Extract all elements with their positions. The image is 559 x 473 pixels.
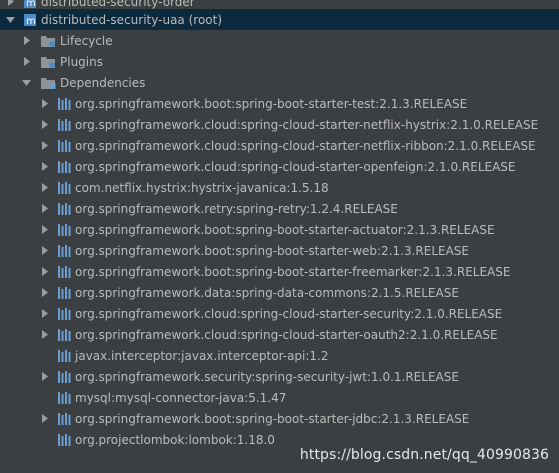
maven-projects-tree: m distributed-security-order m distribut… bbox=[0, 0, 559, 473]
dependency-row[interactable]: com.netflix.hystrix:hystrix-javanica:1.5… bbox=[0, 177, 559, 198]
triangle-right-icon[interactable] bbox=[40, 372, 49, 381]
triangle-right-icon[interactable] bbox=[40, 183, 49, 192]
library-bars-icon bbox=[57, 286, 71, 300]
triangle-right-icon[interactable] bbox=[40, 141, 49, 150]
triangle-down-icon[interactable] bbox=[6, 15, 15, 24]
dependency-row[interactable]: javax.interceptor:javax.interceptor-api:… bbox=[0, 345, 559, 366]
triangle-right-icon[interactable] bbox=[40, 414, 49, 423]
library-bars-icon bbox=[57, 349, 71, 363]
tree-row-dependencies[interactable]: Dependencies bbox=[0, 72, 559, 93]
watermark: https://blog.csdn.net/qq_40990836 bbox=[299, 447, 549, 463]
library-bars-icon bbox=[57, 307, 71, 321]
triangle-right-icon[interactable] bbox=[40, 99, 49, 108]
dependency-label: mysql:mysql-connector-java:5.1.47 bbox=[75, 390, 287, 405]
library-bars-icon bbox=[57, 412, 71, 426]
dependency-label: org.springframework.cloud:spring-cloud-s… bbox=[75, 306, 503, 321]
dependency-row[interactable]: org.springframework.cloud:spring-cloud-s… bbox=[0, 114, 559, 135]
library-bars-icon bbox=[57, 97, 71, 111]
triangle-right-icon[interactable] bbox=[40, 120, 49, 129]
triangle-right-icon[interactable] bbox=[22, 57, 31, 66]
triangle-right-icon[interactable] bbox=[40, 225, 49, 234]
dependency-row[interactable]: org.springframework.cloud:spring-cloud-s… bbox=[0, 135, 559, 156]
dependency-row[interactable]: org.springframework.boot:spring-boot-sta… bbox=[0, 93, 559, 114]
maven-module-icon: m bbox=[23, 0, 37, 9]
dependency-label: org.projectlombok:lombok:1.18.0 bbox=[75, 432, 275, 447]
dependency-label: org.springframework.cloud:spring-cloud-s… bbox=[75, 159, 516, 174]
dependency-row[interactable]: org.springframework.cloud:spring-cloud-s… bbox=[0, 156, 559, 177]
dependency-row[interactable]: org.springframework.cloud:spring-cloud-s… bbox=[0, 324, 559, 345]
dependency-row[interactable]: org.springframework.retry:spring-retry:1… bbox=[0, 198, 559, 219]
maven-module-icon: m bbox=[23, 13, 37, 27]
triangle-right-icon[interactable] bbox=[40, 246, 49, 255]
dependency-row[interactable]: org.springframework.cloud:spring-cloud-s… bbox=[0, 303, 559, 324]
triangle-right-icon[interactable] bbox=[40, 330, 49, 339]
tree-row-lifecycle[interactable]: Lifecycle bbox=[0, 30, 559, 51]
triangle-right-icon[interactable] bbox=[40, 309, 49, 318]
library-bars-icon bbox=[57, 181, 71, 195]
triangle-right-icon[interactable] bbox=[40, 288, 49, 297]
dependency-row[interactable]: org.springframework.boot:spring-boot-sta… bbox=[0, 219, 559, 240]
library-bars-icon bbox=[57, 223, 71, 237]
dependency-label: org.springframework.cloud:spring-cloud-s… bbox=[75, 117, 539, 132]
dependency-label: org.springframework.boot:spring-boot-sta… bbox=[75, 264, 511, 279]
svg-text:m: m bbox=[26, 16, 36, 27]
tree-row-plugins[interactable]: Plugins bbox=[0, 51, 559, 72]
dependency-label: org.springframework.boot:spring-boot-sta… bbox=[75, 243, 469, 258]
library-bars-icon bbox=[57, 118, 71, 132]
dependency-row[interactable]: org.springframework.security:spring-secu… bbox=[0, 366, 559, 387]
dependency-row[interactable]: mysql:mysql-connector-java:5.1.47 bbox=[0, 387, 559, 408]
dependency-row[interactable]: org.springframework.boot:spring-boot-sta… bbox=[0, 240, 559, 261]
library-bars-icon bbox=[57, 433, 71, 447]
dependency-label: org.springframework.boot:spring-boot-sta… bbox=[75, 222, 495, 237]
triangle-right-icon[interactable] bbox=[6, 0, 15, 6]
dependency-label: org.springframework.boot:spring-boot-sta… bbox=[75, 411, 470, 426]
library-bars-icon bbox=[57, 328, 71, 342]
empty-arrow-slot bbox=[40, 351, 49, 360]
dependency-label: org.springframework.cloud:spring-cloud-s… bbox=[75, 138, 536, 153]
lifecycle-label: Lifecycle bbox=[60, 33, 113, 48]
triangle-right-icon[interactable] bbox=[22, 36, 31, 45]
root-module-label: distributed-security-uaa (root) bbox=[41, 12, 223, 27]
triangle-right-icon[interactable] bbox=[40, 204, 49, 213]
library-bars-icon bbox=[57, 265, 71, 279]
dependency-label: com.netflix.hystrix:hystrix-javanica:1.5… bbox=[75, 180, 329, 195]
dependencies-folder-icon bbox=[40, 76, 56, 90]
library-bars-icon bbox=[57, 244, 71, 258]
empty-arrow-slot bbox=[40, 435, 49, 444]
dependency-label: javax.interceptor:javax.interceptor-api:… bbox=[75, 348, 329, 363]
triangle-right-icon[interactable] bbox=[40, 267, 49, 276]
library-bars-icon bbox=[57, 139, 71, 153]
empty-arrow-slot bbox=[40, 393, 49, 402]
triangle-down-icon[interactable] bbox=[22, 78, 31, 87]
triangle-right-icon[interactable] bbox=[40, 162, 49, 171]
dependency-row[interactable]: org.springframework.data:spring-data-com… bbox=[0, 282, 559, 303]
dependency-row[interactable]: org.springframework.boot:spring-boot-sta… bbox=[0, 261, 559, 282]
dependency-label: org.springframework.data:spring-data-com… bbox=[75, 285, 459, 300]
dependency-row[interactable]: org.springframework.boot:spring-boot-sta… bbox=[0, 408, 559, 429]
dependency-label: org.springframework.cloud:spring-cloud-s… bbox=[75, 327, 498, 342]
plugins-label: Plugins bbox=[60, 54, 103, 69]
dependency-label: org.springframework.security:spring-secu… bbox=[75, 369, 459, 384]
plugins-folder-icon bbox=[40, 55, 56, 69]
dependency-label: org.springframework.boot:spring-boot-sta… bbox=[75, 96, 468, 111]
library-bars-icon bbox=[57, 370, 71, 384]
library-bars-icon bbox=[57, 202, 71, 216]
dependency-label: org.springframework.retry:spring-retry:1… bbox=[75, 201, 398, 216]
dependencies-label: Dependencies bbox=[60, 75, 146, 90]
library-bars-icon bbox=[57, 391, 71, 405]
lifecycle-folder-icon bbox=[40, 34, 56, 48]
tree-row-root-module[interactable]: m distributed-security-uaa (root) bbox=[0, 9, 559, 30]
svg-text:m: m bbox=[26, 0, 36, 9]
module-label: distributed-security-order bbox=[41, 0, 195, 9]
library-bars-icon bbox=[57, 160, 71, 174]
